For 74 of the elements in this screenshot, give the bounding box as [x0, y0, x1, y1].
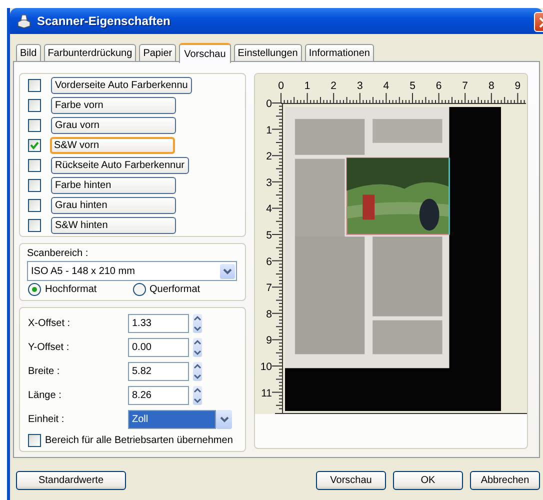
ruler-label: 8 [266, 308, 272, 320]
tab[interactable]: Bild [16, 44, 41, 61]
checkbox[interactable] [28, 179, 41, 192]
tab[interactable]: Einstellungen [234, 44, 302, 61]
unit-dropdown[interactable]: Zoll [128, 410, 216, 429]
chevron-down-icon [223, 268, 232, 274]
ruler-label: 0 [266, 98, 272, 110]
ruler-label: 3 [356, 80, 363, 92]
checkbox[interactable] [28, 159, 41, 172]
checkbox[interactable] [28, 99, 41, 112]
mode-button[interactable]: Farbe hinten [51, 177, 176, 194]
ruler-label: 7 [266, 282, 272, 294]
spinner-arrows-icon[interactable] [193, 338, 202, 357]
tab[interactable]: Vorschau [179, 43, 231, 63]
field-label: Einheit : [28, 414, 66, 425]
checkbox[interactable] [28, 79, 41, 92]
spinner-arrows-icon[interactable] [193, 314, 202, 333]
ruler-label: 1 [304, 80, 310, 92]
ruler-label: 9 [266, 334, 272, 347]
ruler-label: 2 [330, 80, 337, 92]
checkbox[interactable] [28, 434, 41, 447]
ruler-label: 5 [266, 230, 272, 242]
tab[interactable]: Farbunterdrückung [44, 44, 136, 61]
mode-button[interactable]: Farbe vorn [51, 97, 176, 114]
ruler-label: 1 [266, 124, 272, 136]
field-label: X-Offset : [28, 318, 72, 329]
field-label: Y-Offset : [28, 342, 70, 353]
mode-button[interactable]: Vorderseite Auto Farberkennu [51, 77, 192, 94]
field-label: Länge : [28, 390, 62, 401]
mode-button[interactable]: Rückseite Auto Farberkennur [51, 157, 189, 174]
mode-button[interactable]: Grau vorn [51, 117, 176, 134]
ruler-label: 2 [266, 150, 272, 163]
window-title: Scanner-Eigenschaften [37, 14, 170, 28]
checkbox[interactable] [28, 199, 41, 212]
number-field[interactable]: 1.33 [128, 314, 189, 333]
checkbox-label: Bereich für alle Betriebsarten übernehmen [45, 435, 233, 446]
number-field[interactable]: 8.26 [128, 386, 189, 405]
dialog-button[interactable]: Abbrechen [470, 471, 540, 490]
dialog-button[interactable]: Vorschau [316, 471, 386, 490]
number-field[interactable]: 5.82 [128, 362, 189, 381]
ruler-label: 3 [266, 176, 272, 189]
mode-button[interactable]: Grau hinten [51, 197, 176, 214]
ruler-label: 10 [260, 361, 272, 373]
checkbox[interactable] [28, 119, 41, 132]
mode-button[interactable]: S&W vorn [50, 137, 175, 154]
ruler-label: 11 [261, 387, 272, 400]
spinner-arrows-icon[interactable] [193, 386, 202, 405]
mode-button[interactable]: S&W hinten [51, 217, 176, 234]
radio-label: Hochformat [45, 284, 97, 295]
radio-button[interactable] [132, 283, 146, 296]
ruler-label: 4 [383, 80, 390, 92]
spinner-arrows-icon[interactable] [193, 362, 202, 381]
ruler-label: 6 [266, 256, 272, 268]
scanner-icon [16, 13, 32, 29]
checkbox[interactable] [28, 139, 41, 152]
scan-area-dropdown[interactable]: ISO A5 - 148 x 210 mm [27, 261, 237, 281]
defaults-button[interactable]: Standardwerte [16, 471, 126, 490]
number-field[interactable]: 0.00 [128, 338, 189, 357]
tab[interactable]: Papier [139, 44, 176, 61]
field-label: Scanbereich : [27, 248, 90, 259]
field-label: Breite : [28, 366, 61, 377]
tab[interactable]: Informationen [304, 44, 374, 61]
ruler-label: 5 [410, 80, 416, 92]
radio-label: Querformat [150, 284, 200, 295]
chevron-down-icon[interactable] [220, 416, 228, 423]
ruler-label: 9 [514, 80, 521, 92]
dialog-button[interactable]: OK [393, 471, 463, 490]
ruler-label: 7 [462, 80, 468, 92]
ruler-label: 0 [278, 80, 284, 92]
ruler-label: 4 [266, 203, 272, 216]
radio-button[interactable] [28, 283, 41, 296]
ruler-label: 6 [436, 80, 442, 92]
ruler-label: 8 [488, 80, 494, 92]
checkbox[interactable] [28, 219, 41, 232]
